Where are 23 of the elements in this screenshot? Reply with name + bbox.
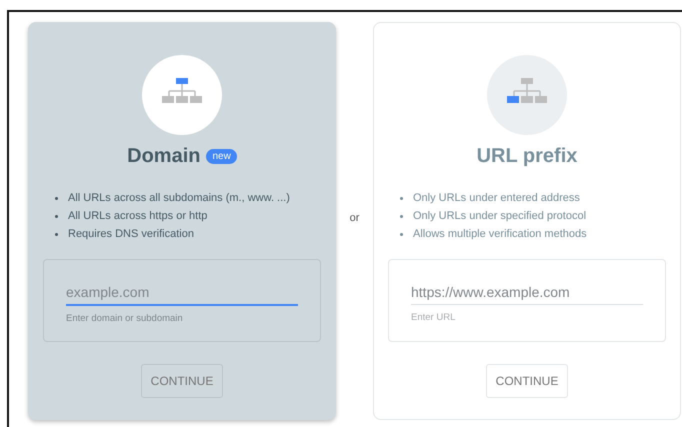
bullet-dot — [400, 214, 403, 218]
option-title: URL prefix — [476, 144, 578, 168]
continue-button[interactable]: CONTINUE — [141, 364, 223, 398]
feature-text: All URLs across https or http — [68, 209, 208, 224]
option-card[interactable]: URL prefix Only URLs under entered address Only URLs under specified protocol Allows multiple verification methods https://www.example.com Enter URL CONTINUE — [373, 22, 681, 420]
bullet-dot — [55, 196, 58, 200]
bullet-dot — [400, 232, 403, 236]
bullet-dot — [55, 232, 58, 236]
feature-text: All URLs across all subdomains (m., www. ...) — [68, 191, 290, 206]
continue-button[interactable]: CONTINUE — [486, 364, 568, 398]
feature-text: Only URLs under entered address — [413, 191, 580, 206]
feature-text: Requires DNS verification — [68, 227, 194, 242]
new-badge: new — [206, 148, 237, 164]
feature-text: Only URLs under specified protocol — [413, 209, 586, 224]
feature-text: Allows multiple verification methods — [413, 227, 587, 242]
helper-text: Enter domain or subdomain — [66, 313, 184, 324]
bullet-dot — [55, 214, 58, 218]
input-field[interactable]: example.com — [66, 284, 298, 306]
option-card[interactable]: Domain new All URLs across all subdomains (m., www. ...) All URLs across https or http Requires DNS verification example.com Enter domain or subdomain CONTINUE — [28, 22, 336, 420]
helper-text: Enter URL — [411, 312, 456, 323]
option-title: Domain — [127, 144, 200, 168]
or-separator: or — [348, 212, 360, 224]
bullet-dot — [400, 196, 403, 200]
